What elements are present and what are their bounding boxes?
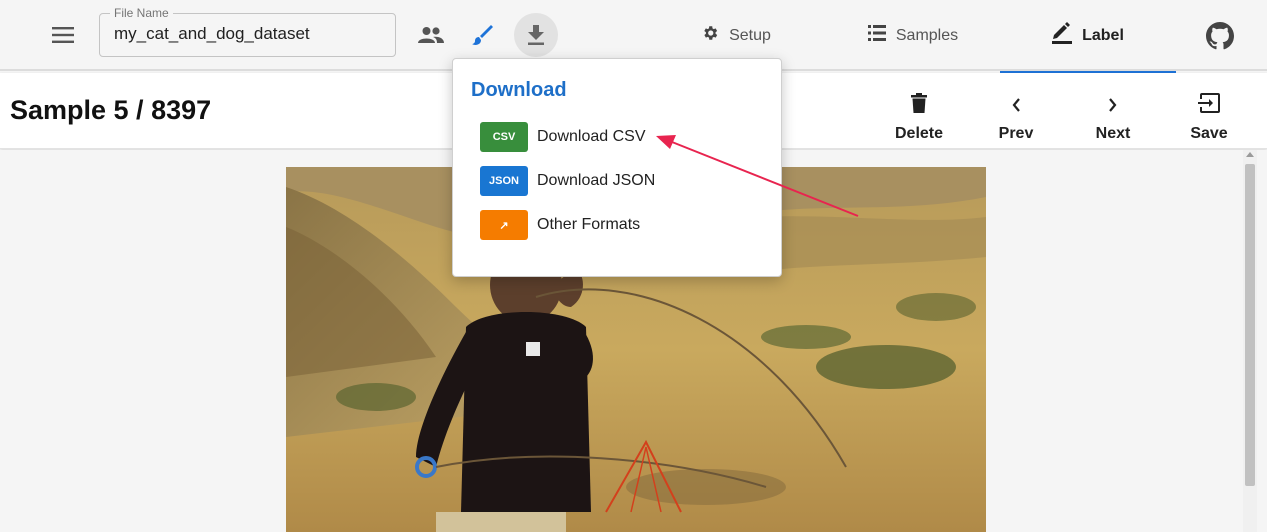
trash-icon [911,77,927,113]
list-icon [867,25,886,46]
download-csv-label: Download CSV [537,128,646,145]
scroll-up-arrow-icon[interactable] [1246,152,1254,157]
external-link-icon: ↗ [480,210,528,240]
next-label: Next [1095,125,1131,142]
github-icon[interactable] [1206,22,1234,50]
brush-icon[interactable] [461,13,505,57]
exit-save-icon [1198,77,1220,113]
tab-label[interactable]: Label [1000,0,1176,73]
tab-label-label: Label [1082,26,1124,44]
prev-label: Prev [998,125,1034,142]
hamburger-menu-icon[interactable] [48,20,78,50]
delete-label: Delete [894,125,944,142]
save-button[interactable]: Save [1169,73,1249,149]
chevron-right-icon [1108,77,1118,113]
scroll-thumb[interactable] [1245,164,1255,486]
file-name-legend: File Name [110,6,173,20]
download-json-label: Download JSON [537,172,656,189]
tab-samples-label: Samples [895,26,959,44]
tab-setup-label: Setup [729,26,771,44]
prev-button[interactable]: Prev [976,73,1056,149]
file-name-field[interactable]: File Name [99,6,396,57]
sample-title: Sample 5 / 8397 [10,95,212,125]
delete-button[interactable]: Delete [879,73,959,149]
other-formats-label: Other Formats [537,216,641,233]
download-icon[interactable] [514,13,558,57]
other-formats-item[interactable]: ↗ Other Formats [480,210,640,240]
download-csv-item[interactable]: CSV Download CSV [480,122,646,152]
pencil-icon [1052,22,1073,49]
file-name-input[interactable] [114,24,384,44]
json-badge: JSON [480,166,528,196]
download-menu: Download CSV Download CSV JSON Download … [452,58,782,277]
save-label: Save [1190,125,1228,142]
gear-icon [701,24,719,47]
download-json-item[interactable]: JSON Download JSON [480,166,655,196]
chevron-left-icon [1011,77,1021,113]
tab-samples[interactable]: Samples [852,0,974,71]
next-button[interactable]: Next [1073,73,1153,149]
csv-badge: CSV [480,122,528,152]
vertical-scrollbar[interactable] [1243,150,1257,532]
people-icon[interactable] [409,13,453,57]
download-menu-title: Download [471,79,567,101]
